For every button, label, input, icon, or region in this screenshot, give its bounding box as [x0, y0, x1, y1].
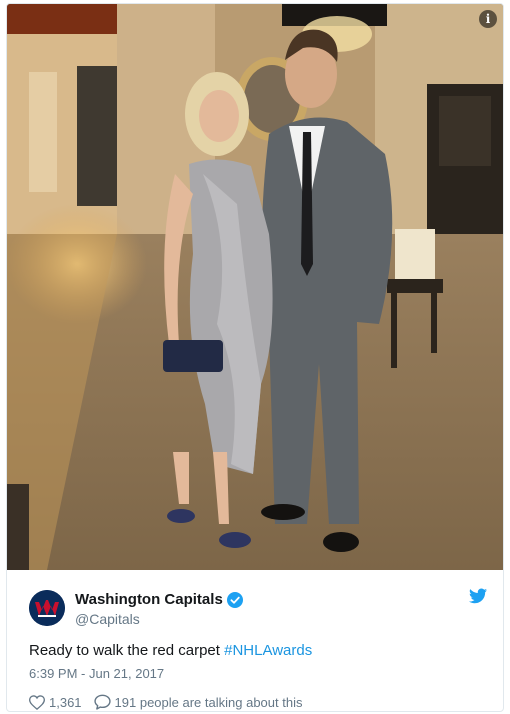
tweet-body: Washington Capitals @Capitals Ready to w…: [7, 570, 503, 711]
tweet-timestamp[interactable]: 6:39 PM - Jun 21, 2017: [29, 666, 164, 681]
tweet-actions: 1,361 191 people are talking about this: [29, 694, 302, 710]
display-name[interactable]: Washington Capitals: [75, 591, 223, 608]
twitter-bird-icon[interactable]: [469, 588, 487, 604]
avatar[interactable]: [29, 590, 65, 626]
author-block: Washington Capitals @Capitals: [75, 591, 243, 627]
tweet-photo[interactable]: i: [7, 4, 503, 570]
tweet-text-body: Ready to walk the red carpet: [29, 642, 225, 659]
conversation-count-text: 191 people are talking about this: [114, 694, 303, 710]
hashtag-link[interactable]: #NHLAwards: [224, 642, 312, 659]
like-button[interactable]: 1,361: [29, 695, 82, 710]
verified-badge-icon: [226, 591, 243, 608]
tweet-text: Ready to walk the red carpet #NHLAwards: [29, 642, 312, 659]
capitals-logo-icon: [29, 590, 65, 626]
heart-icon: [29, 694, 45, 710]
info-icon[interactable]: i: [479, 10, 497, 28]
conversation-button[interactable]: 191 people are talking about this: [93, 694, 303, 710]
user-handle[interactable]: @Capitals: [75, 611, 243, 627]
couple-photo-illustration: [7, 4, 503, 570]
like-count: 1,361: [49, 694, 82, 710]
speech-bubble-icon: [93, 694, 111, 710]
embedded-tweet-card: i Washington Capitals @Capitals Ready to…: [6, 3, 504, 712]
